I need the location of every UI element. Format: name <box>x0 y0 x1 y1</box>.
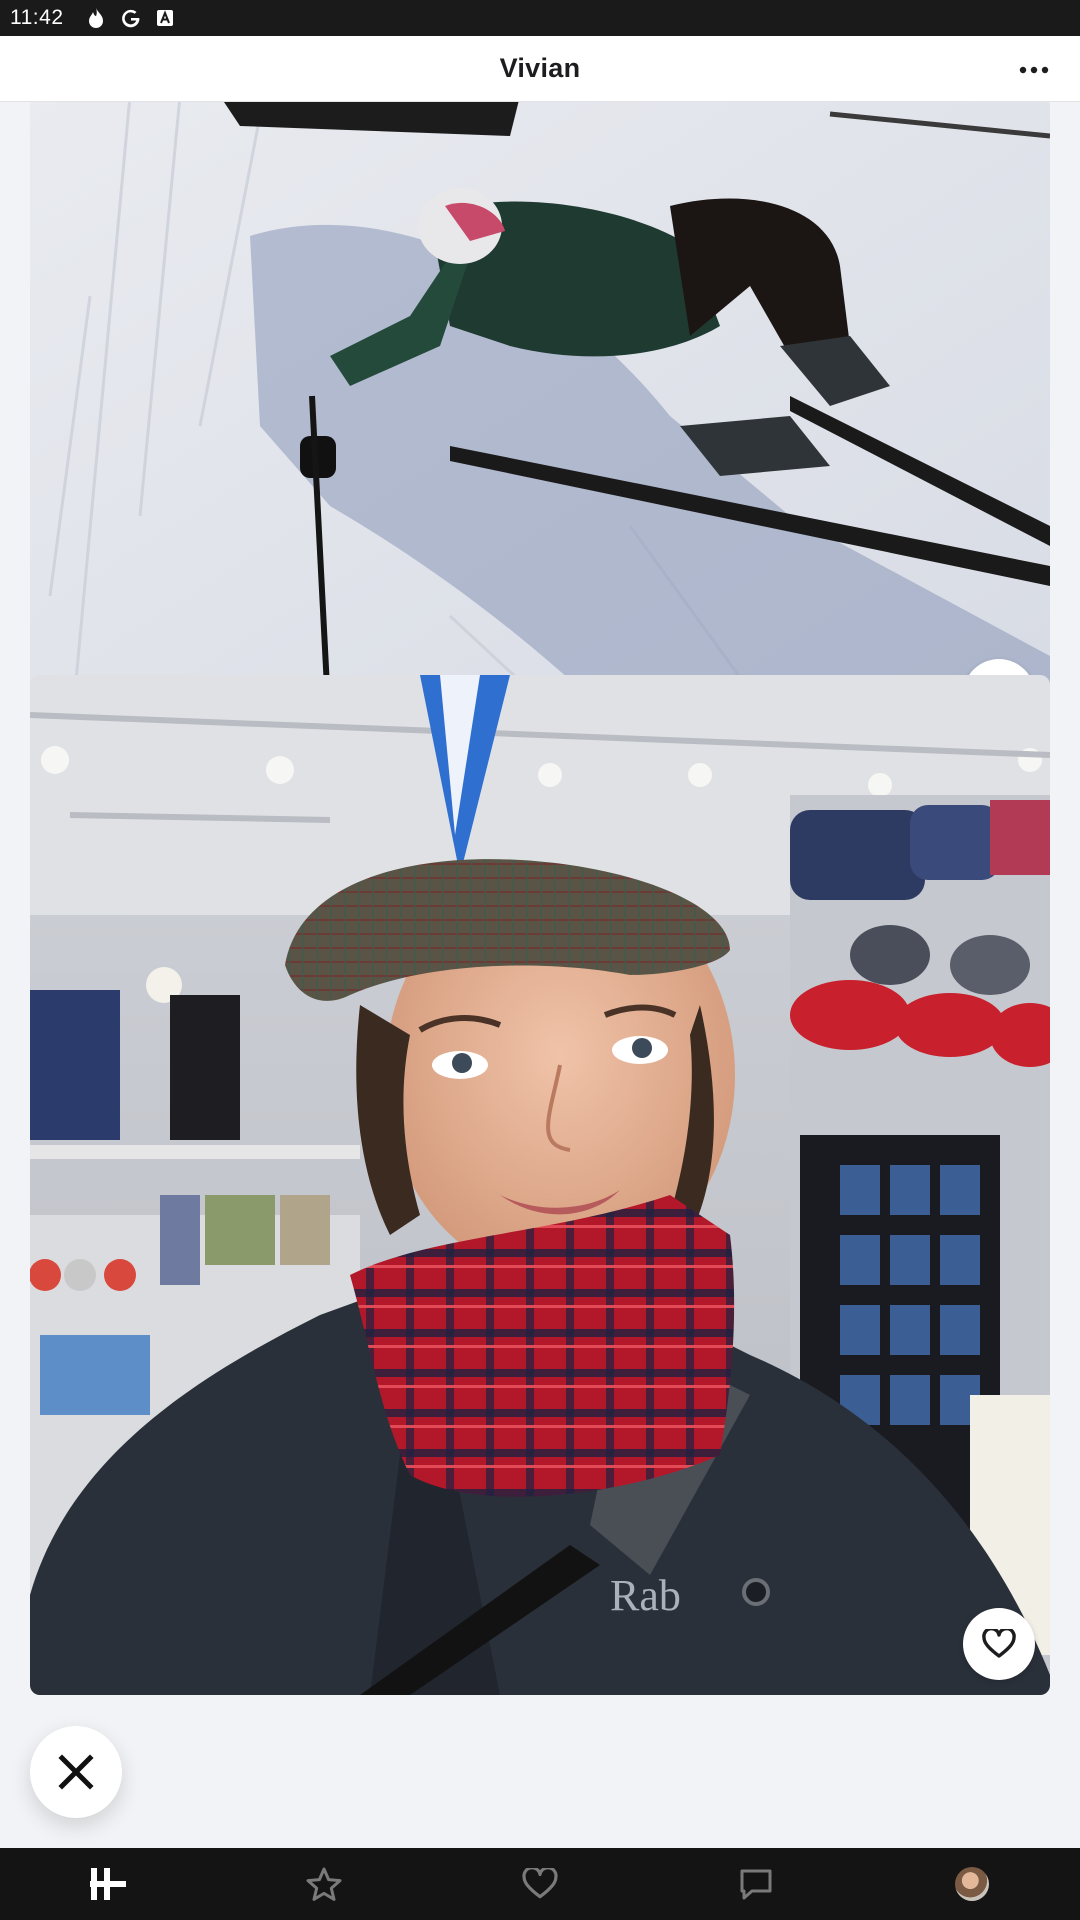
like-photo-button[interactable] <box>963 1608 1035 1680</box>
nav-home[interactable] <box>68 1848 148 1920</box>
profile-name-title: Vivian <box>499 53 581 83</box>
avatar <box>955 1867 989 1901</box>
hinge-logo-icon <box>90 1868 126 1900</box>
jacket-logo: Rab <box>610 1571 681 1620</box>
google-icon <box>120 7 142 29</box>
status-bar: 11:42 <box>0 0 1080 36</box>
star-outline-icon <box>306 1867 342 1901</box>
nav-standouts[interactable] <box>284 1848 364 1920</box>
close-x-icon <box>58 1754 94 1790</box>
flame-icon <box>86 7 106 29</box>
font-a-icon <box>156 9 174 27</box>
heart-outline-icon <box>522 1868 558 1899</box>
nav-likes[interactable] <box>500 1848 580 1920</box>
profile-photo-card[interactable] <box>30 102 1050 746</box>
more-options-button[interactable] <box>1014 50 1054 90</box>
profile-photo-card[interactable]: Rab <box>30 675 1050 1695</box>
status-time: 11:42 <box>10 6 64 29</box>
profile-feed[interactable]: Rab <box>0 102 1080 1848</box>
nav-profile[interactable] <box>932 1848 1012 1920</box>
profile-header: Vivian <box>0 36 1080 102</box>
ski-photo <box>30 102 1050 746</box>
more-horizontal-icon <box>1019 66 1049 74</box>
status-icons <box>86 7 174 29</box>
heart-outline-icon <box>982 1629 1016 1658</box>
bottom-navigation <box>0 1848 1080 1920</box>
portrait-photo: Rab <box>30 675 1050 1695</box>
chat-bubble-icon <box>740 1869 772 1900</box>
skip-profile-button[interactable] <box>30 1726 122 1818</box>
nav-matches[interactable] <box>716 1848 796 1920</box>
